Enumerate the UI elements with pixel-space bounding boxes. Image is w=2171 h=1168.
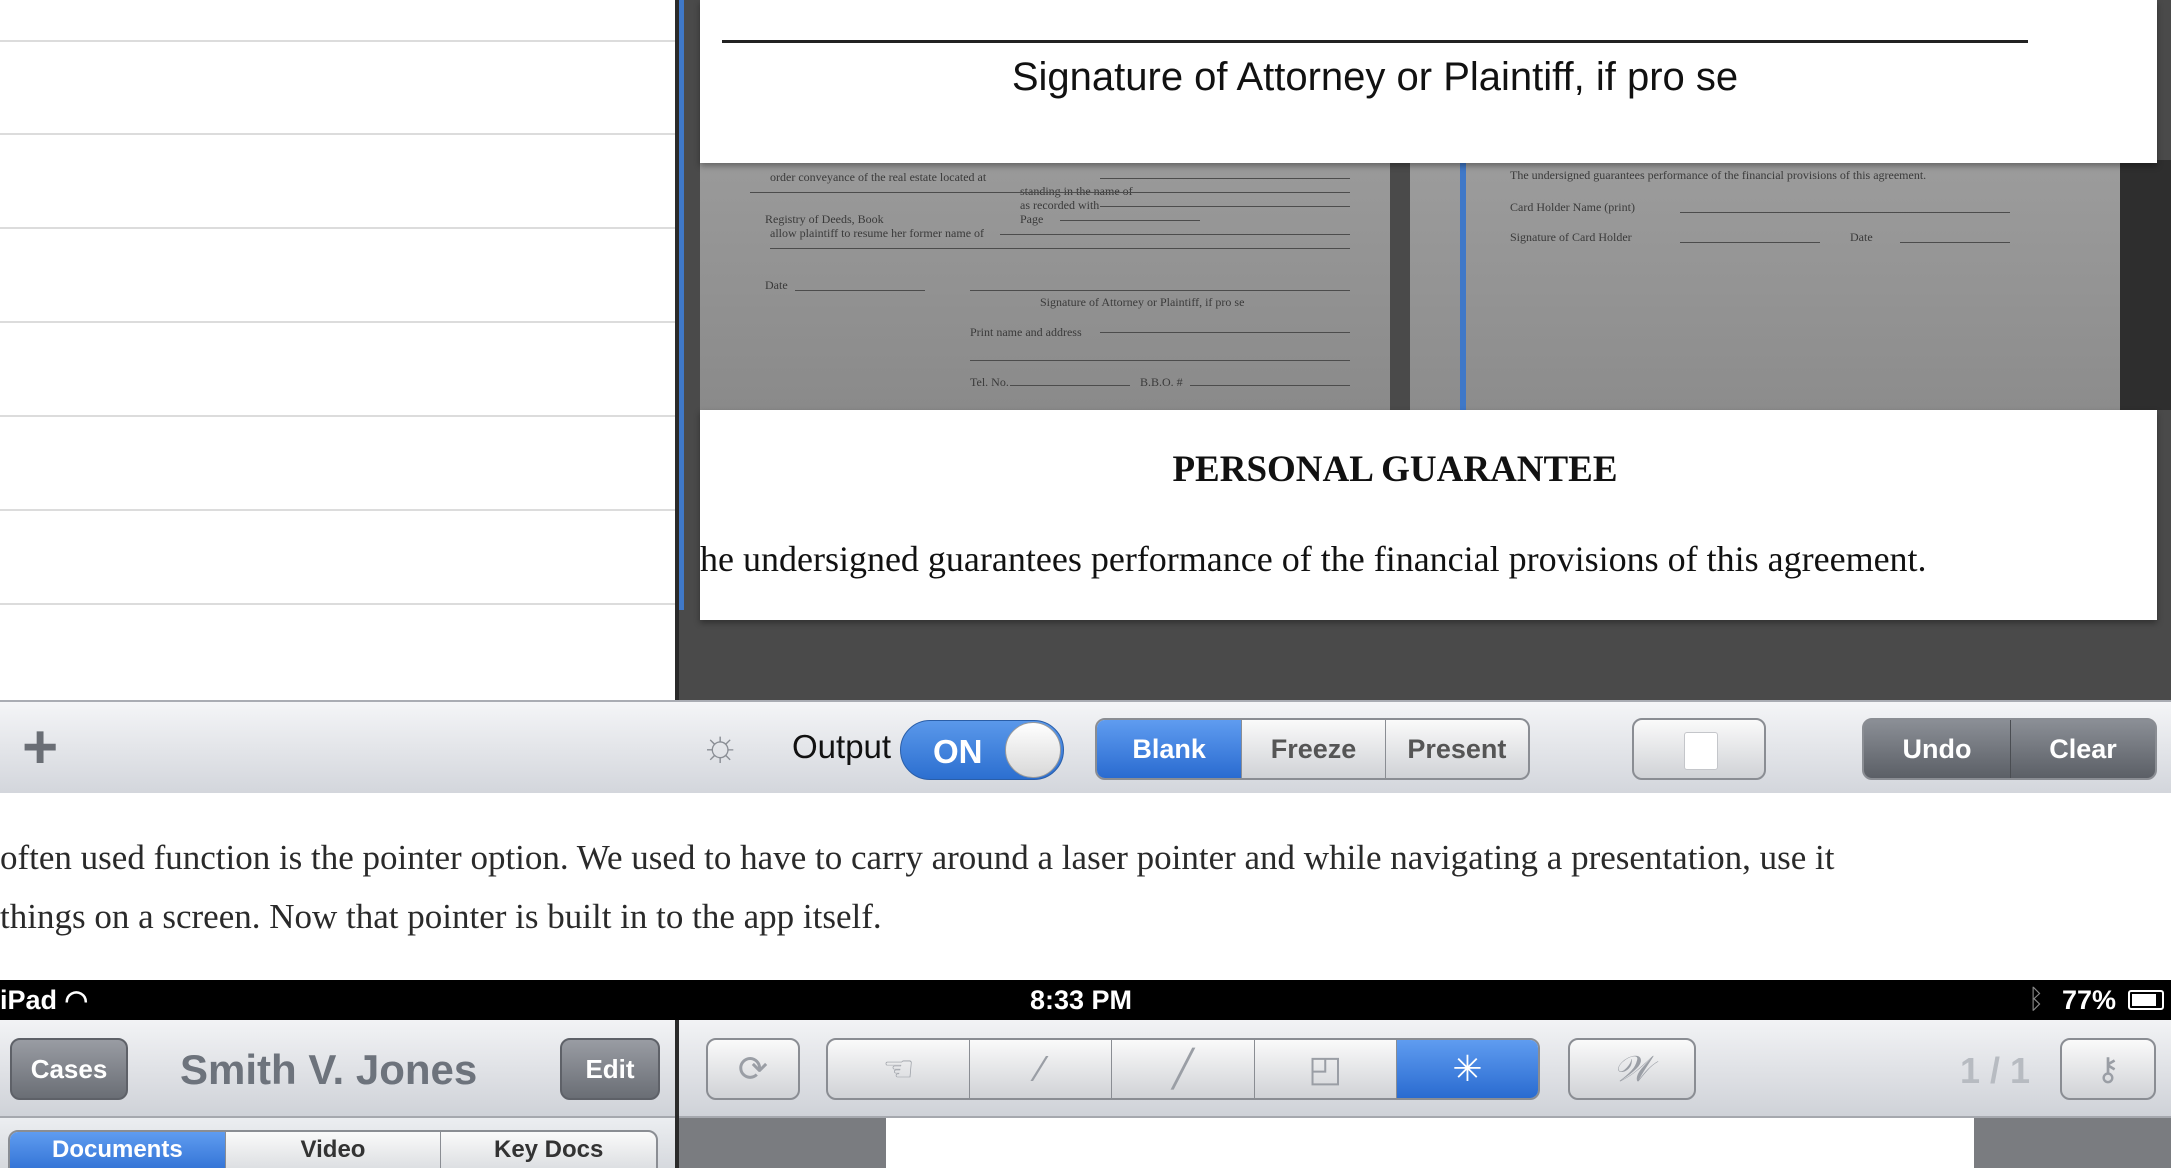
tab-video[interactable]: Video (224, 1132, 441, 1168)
battery-icon (2128, 990, 2164, 1010)
zoom-callout-guarantee[interactable]: PERSONAL GUARANTEE he undersigned guaran… (700, 410, 2157, 620)
tab-documents[interactable]: Documents (10, 1132, 225, 1168)
undo-button[interactable]: Undo (1864, 720, 2010, 778)
viewer-edge (2120, 160, 2171, 410)
list-item[interactable] (0, 133, 678, 135)
thumb-text: Date (1850, 230, 1873, 244)
highlighter-icon[interactable]: ⁄ (969, 1040, 1111, 1098)
blank-button[interactable]: Blank (1097, 720, 1242, 778)
display-mode-segmented: Blank Freeze Present (1095, 718, 1530, 780)
page-thumbnail-left[interactable]: order conveyance of the real estate loca… (700, 160, 1390, 410)
thumb-text: order conveyance of the real estate loca… (770, 170, 987, 184)
top-screenshot: order conveyance of the real estate loca… (0, 0, 2171, 793)
pen-icon[interactable]: ╱ (1111, 1040, 1253, 1098)
library-tabs: Documents Video Key Docs (8, 1130, 658, 1168)
thumb-text: Date (765, 278, 788, 292)
laser-pointer-icon[interactable]: ✳ (1395, 1040, 1538, 1098)
list-item[interactable] (0, 321, 678, 323)
presentation-toolbar: + ☼ Output ON Blank Freeze Present Undo … (0, 700, 2171, 793)
list-item[interactable] (0, 509, 678, 511)
hand-pointer-icon[interactable]: ☜ (828, 1040, 969, 1098)
page-icon (1684, 732, 1718, 770)
signature-icon[interactable]: 𝒲 (1568, 1038, 1696, 1100)
thumb-text: Signature of Card Holder (1510, 230, 1632, 244)
page-button[interactable] (1632, 718, 1766, 780)
undo-clear-segmented: Undo Clear (1862, 718, 2157, 780)
output-toggle[interactable]: ON (900, 720, 1064, 780)
list-item[interactable] (0, 603, 678, 605)
thumb-text: Registry of Deeds, Book (765, 212, 884, 226)
thumb-text: allow plaintiff to resume her former nam… (770, 226, 985, 240)
selection-bar (1460, 160, 1466, 410)
thumb-text: Page (1020, 212, 1044, 226)
clear-button[interactable]: Clear (2010, 720, 2155, 778)
thumb-text: Tel. No. (970, 375, 1009, 389)
cases-button[interactable]: Cases (10, 1038, 128, 1100)
battery-percent: 77% (2062, 985, 2117, 1015)
page-count: 1 / 1 (1960, 1050, 2031, 1091)
selection-bar (679, 0, 684, 610)
freeze-button[interactable]: Freeze (1241, 720, 1384, 778)
nav-bar: Cases Smith V. Jones Edit ⟳ ☜ ⁄ ╱ ◰ ✳ 𝒲 … (0, 1020, 2171, 1118)
toggle-label: ON (933, 733, 983, 770)
list-item[interactable] (0, 227, 678, 229)
zoom-callout-signature[interactable]: Signature of Attorney or Plaintiff, if p… (700, 0, 2157, 163)
case-title: Smith V. Jones (180, 1046, 478, 1093)
device-label: iPad ◠ (0, 985, 89, 1015)
thumb-text: B.B.O. # (1140, 375, 1183, 389)
wifi-icon: ◠ (64, 985, 89, 1015)
ios-status-bar: iPad ◠ 8:33 PM ᛒ 77% (0, 980, 2171, 1020)
document-page[interactable] (886, 1118, 1974, 1168)
output-label: Output (792, 728, 892, 765)
article-line: often used function is the pointer optio… (0, 838, 1835, 877)
thumb-text: Print name and address (970, 325, 1082, 339)
list-item[interactable] (0, 40, 678, 42)
article-line: things on a screen. Now that pointer is … (0, 897, 882, 936)
present-button[interactable]: Present (1384, 720, 1528, 778)
thumb-text: as recorded with (1020, 198, 1100, 212)
edit-button[interactable]: Edit (560, 1038, 660, 1100)
article-text: often used function is the pointer optio… (0, 828, 2171, 946)
page-thumbnail-right[interactable]: The undersigned guarantees performance o… (1410, 160, 2120, 410)
bluetooth-icon: ᛒ (2028, 984, 2045, 1014)
case-list (0, 0, 678, 700)
toggle-knob (1005, 722, 1061, 778)
callout-icon[interactable]: ◰ (1253, 1040, 1396, 1098)
sun-icon[interactable]: ☼ (700, 724, 740, 768)
plus-icon[interactable]: + (22, 717, 58, 779)
thumb-text: Card Holder Name (print) (1510, 200, 1635, 214)
guarantee-title: PERSONAL GUARANTEE (1172, 449, 1618, 490)
thumb-text: Signature of Attorney or Plaintiff, if p… (1040, 295, 1245, 309)
list-item[interactable] (0, 415, 678, 417)
signature-line (722, 40, 2028, 43)
signature-label: Signature of Attorney or Plaintiff, if p… (1011, 55, 1739, 99)
refresh-icon[interactable]: ⟳ (706, 1038, 800, 1100)
tabs-bar: Documents Video Key Docs (0, 1118, 675, 1168)
key-icon[interactable]: ⚷ (2060, 1038, 2156, 1100)
annotation-tools: ☜ ⁄ ╱ ◰ ✳ (826, 1038, 1540, 1100)
clock: 8:33 PM (1030, 985, 1133, 1015)
tab-key-docs[interactable]: Key Docs (440, 1132, 656, 1168)
thumb-text: The undersigned guarantees performance o… (1510, 168, 1927, 182)
guarantee-body: he undersigned guarantees performance of… (700, 539, 1927, 579)
